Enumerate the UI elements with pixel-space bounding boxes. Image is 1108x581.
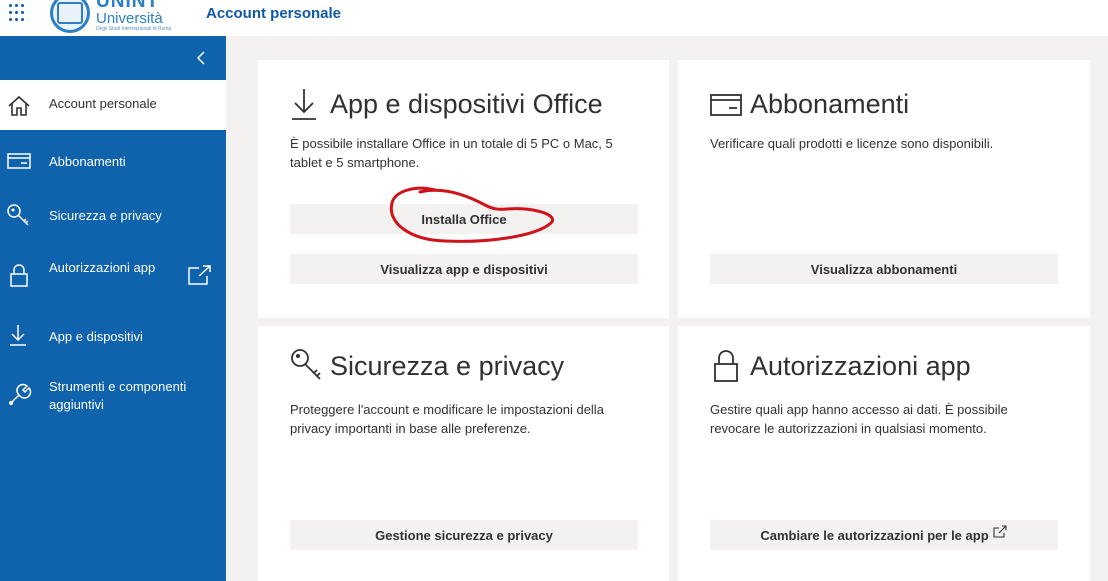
card-title: Autorizzazioni app <box>750 350 971 381</box>
sidebar-item-account[interactable]: Account personale <box>0 80 226 130</box>
button-label: Cambiare le autorizzazioni per le app <box>760 527 989 543</box>
external-link-icon <box>188 265 211 285</box>
app-title[interactable]: Account personale <box>206 5 341 22</box>
key-icon <box>291 349 321 380</box>
sidebar-item-label: Autorizzazioni app <box>49 260 156 275</box>
university-logo[interactable]: UNINT Università Degli Studi Internazion… <box>50 0 171 34</box>
card-description: Proteggere l'account e modificare le imp… <box>290 402 604 436</box>
card-title: App e dispositivi Office <box>330 88 603 119</box>
sidebar-item-label: Strumenti e componenti aggiuntivi <box>49 379 187 412</box>
card-description: È possibile installare Office in un tota… <box>290 136 613 170</box>
logo-tagline: Degli Studi Internazionali di Roma <box>96 26 172 32</box>
chevron-left-icon <box>196 51 205 65</box>
card-icon <box>7 153 31 169</box>
sidebar-item-apps-devices[interactable]: App e dispositivi <box>0 312 226 362</box>
download-icon <box>292 89 316 120</box>
lock-icon <box>10 264 28 287</box>
sidebar: Account personale Abbonamenti Sicurezza … <box>0 36 226 581</box>
card-security-privacy: Sicurezza e privacy Proteggere l'account… <box>258 326 669 581</box>
sidebar-item-security[interactable]: Sicurezza e privacy <box>0 190 226 240</box>
sidebar-item-subscriptions[interactable]: Abbonamenti <box>0 136 226 186</box>
external-link-icon <box>993 525 1007 538</box>
card-apps-devices: App e dispositivi Office È possibile ins… <box>258 60 669 318</box>
card-icon <box>710 94 742 116</box>
card-title: Sicurezza e privacy <box>330 350 565 381</box>
sidebar-item-label: Account personale <box>49 96 157 111</box>
view-subscriptions-button[interactable]: Visualizza abbonamenti <box>710 254 1058 284</box>
sidebar-item-tools[interactable]: Strumenti e componenti aggiuntivi <box>0 372 226 422</box>
logo-sub: Università <box>96 10 163 27</box>
top-bar: UNINT Università Degli Studi Internazion… <box>0 0 1108 36</box>
sidebar-item-label: Abbonamenti <box>49 154 126 169</box>
sidebar-item-label: Sicurezza e privacy <box>49 208 162 223</box>
sidebar-item-label: App e dispositivi <box>49 329 143 344</box>
collapse-sidebar-button[interactable] <box>0 36 226 80</box>
download-icon <box>10 325 26 346</box>
key-icon <box>7 204 29 226</box>
card-description: Verificare quali prodotti e licenze sono… <box>710 136 994 151</box>
lock-icon <box>714 350 738 382</box>
wrench-icon <box>8 383 32 406</box>
sidebar-item-app-permissions[interactable]: Autorizzazioni app <box>0 256 226 306</box>
manage-security-privacy-button[interactable]: Gestione sicurezza e privacy <box>290 520 638 550</box>
change-app-permissions-button[interactable]: Cambiare le autorizzazioni per le app <box>710 520 1058 550</box>
install-office-button[interactable]: Installa Office <box>290 204 638 234</box>
card-subscriptions: Abbonamenti Verificare quali prodotti e … <box>678 60 1090 318</box>
card-description: Gestire quali app hanno accesso ai dati.… <box>710 402 1008 436</box>
logo-seal-icon <box>50 0 90 33</box>
card-title: Abbonamenti <box>750 88 910 119</box>
view-apps-devices-button[interactable]: Visualizza app e dispositivi <box>290 254 638 284</box>
app-launcher-icon[interactable] <box>9 4 27 22</box>
card-app-permissions: Autorizzazioni app Gestire quali app han… <box>678 326 1090 581</box>
home-icon <box>8 95 30 116</box>
